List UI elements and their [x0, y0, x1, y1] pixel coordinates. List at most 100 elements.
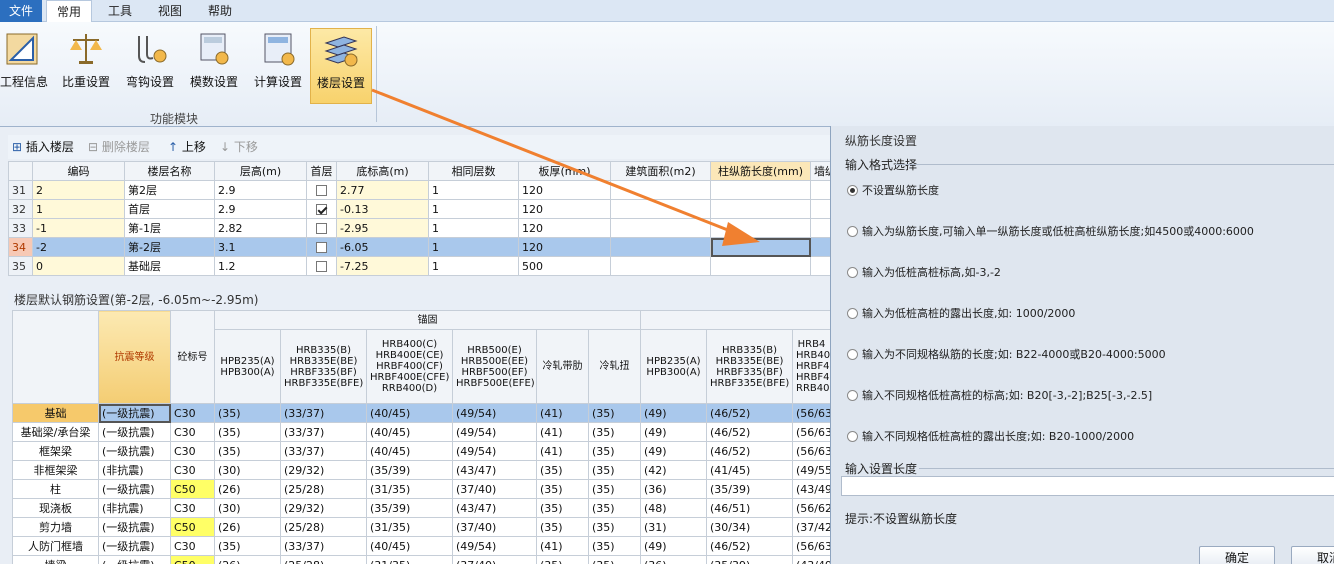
cell-seismic[interactable]: (一级抗震) — [98, 555, 171, 564]
cell-anchorage[interactable]: (35) — [214, 403, 281, 423]
cell-same[interactable]: 1 — [428, 237, 519, 257]
format-option[interactable]: 输入为低桩高桩的露出长度,如: 1000/2000 — [847, 305, 1075, 323]
first-floor-checkbox[interactable] — [316, 185, 327, 196]
cell-name[interactable]: 第2层 — [124, 180, 215, 200]
col-wall[interactable]: 墙纵 — [810, 161, 831, 181]
cell-wall[interactable] — [810, 237, 831, 257]
cell-bottom[interactable]: -2.95 — [336, 218, 429, 238]
cell-concrete[interactable]: C30 — [170, 403, 215, 423]
cell-anchorage[interactable]: (56/63 — [791, 422, 832, 442]
col-steel-grade[interactable]: HRB400(C) HRB400E(CE) HRBF400(CF) HRBF40… — [366, 329, 453, 404]
cell-name[interactable]: 基础层 — [124, 256, 215, 276]
cell-anchorage[interactable]: (25/28) — [280, 517, 367, 537]
format-option[interactable]: 输入为纵筋长度,可输入单一纵筋长度或低桩高桩纵筋长度;如4500或4000:60… — [847, 223, 1254, 241]
cell-concrete[interactable]: C30 — [170, 441, 215, 461]
cell-anchorage[interactable]: (35) — [536, 460, 589, 480]
hook-settings-button[interactable]: 弯钩设置 — [122, 28, 178, 98]
modulus-settings-button[interactable]: 模数设置 — [186, 28, 242, 98]
cell-anchorage[interactable]: (43/47) — [452, 498, 537, 518]
cell-anchorage[interactable]: (35/39) — [366, 460, 453, 480]
col-steel-grade[interactable]: HRB500(E) HRB500E(EE) HRBF500(EF) HRBF50… — [452, 329, 537, 404]
cell-anchorage[interactable]: (43/49 — [791, 479, 832, 499]
cell-area[interactable] — [610, 218, 711, 238]
format-option[interactable]: 输入不同规格低桩高桩的露出长度;如: B20-1000/2000 — [847, 428, 1134, 446]
cell-anchorage[interactable]: (36) — [640, 479, 707, 499]
cell-anchorage[interactable]: (31/35) — [366, 479, 453, 499]
cell-name[interactable]: 首层 — [124, 199, 215, 219]
format-option[interactable]: 不设置纵筋长度 — [847, 182, 939, 200]
floor-settings-button[interactable]: 楼层设置 — [310, 28, 372, 104]
cell-anchorage[interactable]: (35) — [588, 403, 641, 423]
col-steel-grade[interactable]: HRB335(B) HRB335E(BE) HRBF335(BF) HRBF33… — [706, 329, 793, 404]
cell-code[interactable]: 0 — [32, 256, 125, 276]
cell-column-rebar[interactable] — [710, 199, 811, 219]
col-slab[interactable]: 板厚(mm) — [518, 161, 611, 181]
menu-file[interactable]: 文件 — [0, 0, 42, 22]
cell-height[interactable]: 3.1 — [214, 237, 307, 257]
cell-bottom[interactable]: -0.13 — [336, 199, 429, 219]
radio-icon[interactable] — [847, 349, 858, 360]
cell-anchorage[interactable]: (49) — [640, 536, 707, 556]
cell-anchorage[interactable]: (41) — [536, 422, 589, 442]
cell-anchorage[interactable]: (29/32) — [280, 498, 367, 518]
cell-concrete[interactable]: C30 — [170, 498, 215, 518]
cell-anchorage[interactable]: (43/49 — [791, 555, 832, 564]
cell-anchorage[interactable]: (37/40) — [452, 555, 537, 564]
cell-anchorage[interactable]: (35) — [588, 479, 641, 499]
move-up-button[interactable]: ↑ 上移 — [168, 138, 206, 156]
table-row[interactable]: 32 1 首层 2.9 -0.13 1 120 — [8, 199, 831, 219]
cell-area[interactable] — [610, 237, 711, 257]
cell-first[interactable] — [306, 199, 337, 219]
cell-seismic[interactable]: (一级抗震) — [98, 479, 171, 499]
first-floor-checkbox[interactable] — [316, 261, 327, 272]
tab-common[interactable]: 常用 — [46, 0, 92, 23]
cell-wall[interactable] — [810, 256, 831, 276]
cell-anchorage[interactable]: (56/63 — [791, 536, 832, 556]
cell-seismic[interactable]: (一级抗震) — [98, 536, 171, 556]
cell-anchorage[interactable]: (30) — [214, 498, 281, 518]
tab-view[interactable]: 视图 — [158, 0, 182, 22]
cell-same[interactable]: 1 — [428, 256, 519, 276]
col-area[interactable]: 建筑面积(m2) — [610, 161, 711, 181]
table-row[interactable]: 35 0 基础层 1.2 -7.25 1 500 — [8, 256, 831, 276]
cell-anchorage[interactable]: (40/45) — [366, 422, 453, 442]
cell-anchorage[interactable]: (35) — [588, 441, 641, 461]
calc-settings-button[interactable]: 计算设置 — [250, 28, 306, 98]
tab-tools[interactable]: 工具 — [108, 0, 132, 22]
cell-anchorage[interactable]: (56/62 — [791, 498, 832, 518]
radio-icon[interactable] — [847, 226, 858, 237]
cell-anchorage[interactable]: (26) — [214, 555, 281, 564]
table-row[interactable]: 柱 (一级抗震) C50 (26) (25/28) (31/35) (37/40) (35)(… — [12, 479, 832, 499]
col-steel-grade[interactable]: 冷轧扭 — [588, 329, 641, 404]
cell-anchorage[interactable]: (31) — [640, 517, 707, 537]
cell-code[interactable]: -2 — [32, 237, 125, 257]
cell-anchorage[interactable]: (49/54) — [452, 536, 537, 556]
cell-height[interactable]: 1.2 — [214, 256, 307, 276]
format-option[interactable]: 输入为不同规格纵筋的长度;如: B22-4000或B20-4000:5000 — [847, 346, 1166, 364]
cell-column-rebar[interactable] — [710, 180, 811, 200]
cell-first[interactable] — [306, 256, 337, 276]
cell-anchorage[interactable]: (49) — [640, 403, 707, 423]
col-same[interactable]: 相同层数 — [428, 161, 519, 181]
col-code[interactable]: 编码 — [32, 161, 125, 181]
cell-seismic[interactable]: (一级抗震) — [98, 403, 171, 423]
cell-anchorage[interactable]: (33/37) — [280, 403, 367, 423]
col-name[interactable]: 楼层名称 — [124, 161, 215, 181]
cell-area[interactable] — [610, 256, 711, 276]
cell-anchorage[interactable]: (56/63 — [791, 403, 832, 423]
ok-button[interactable]: 确定 — [1199, 546, 1275, 564]
cell-anchorage[interactable]: (35) — [588, 555, 641, 564]
cell-anchorage[interactable]: (49) — [640, 422, 707, 442]
cell-same[interactable]: 1 — [428, 218, 519, 238]
cell-wall[interactable] — [810, 199, 831, 219]
cell-anchorage[interactable]: (35) — [588, 498, 641, 518]
cell-name[interactable]: 第-1层 — [124, 218, 215, 238]
cell-anchorage[interactable]: (35) — [536, 498, 589, 518]
table-row[interactable]: 基础梁/承台梁 (一级抗震) C30 (35) (33/37) (40/45) (49/54… — [12, 422, 832, 442]
col-column-rebar[interactable]: 柱纵筋长度(mm) — [710, 161, 811, 181]
table-row[interactable]: 33 -1 第-1层 2.82 -2.95 1 120 — [8, 218, 831, 238]
col-bottom[interactable]: 底标高(m) — [336, 161, 429, 181]
cell-anchorage[interactable]: (42) — [640, 460, 707, 480]
cell-wall[interactable] — [810, 218, 831, 238]
cell-same[interactable]: 1 — [428, 199, 519, 219]
